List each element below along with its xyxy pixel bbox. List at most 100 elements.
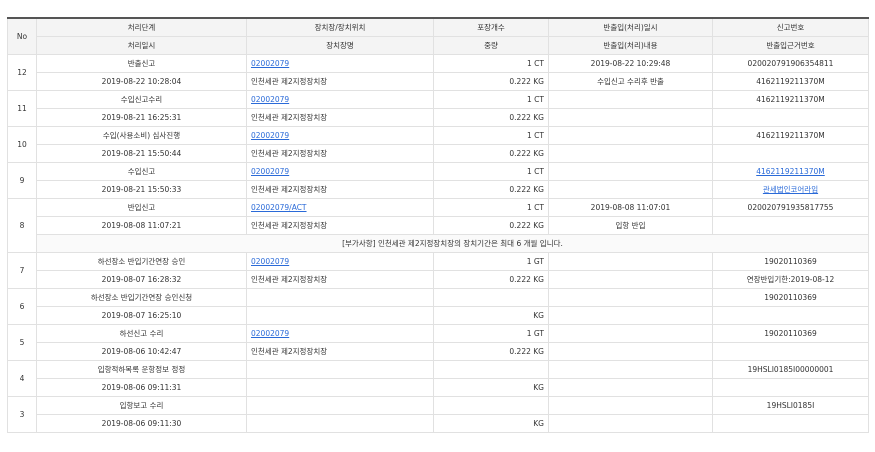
- io-datetime-cell: [548, 126, 713, 145]
- stage-cell: 수입(사용소비) 심사진행: [36, 126, 247, 145]
- process-datetime-cell: 2019-08-07 16:25:10: [36, 306, 247, 325]
- io-description-cell: [548, 306, 713, 325]
- package-count-cell: 1 GT: [433, 324, 549, 343]
- table-row-note: [부가사항] 인천세관 제2지정장치장의 장치기간은 최대 6 개월 입니다.: [8, 234, 869, 253]
- header-weight: 중량: [433, 36, 549, 55]
- stage-cell: 입항보고 수리: [36, 396, 247, 415]
- stage-cell: 하선장소 반입기간연장 승인: [36, 252, 247, 271]
- process-datetime-cell: 2019-08-06 09:11:31: [36, 378, 247, 397]
- io-description-cell: [548, 342, 713, 361]
- location-name-cell: 인천세관 제2지정장치장: [246, 180, 434, 199]
- process-datetime-cell: 2019-08-21 15:50:44: [36, 144, 247, 163]
- process-datetime-cell: 2019-08-06 09:11:30: [36, 414, 247, 433]
- stage-cell: 반입신고: [36, 198, 247, 217]
- table-row: 8 반입신고 02002079/ACT 1 CT 2019-08-08 11:07:01…: [7, 198, 869, 253]
- table-row-detail: 2019-08-08 11:07:21 인천세관 제2지정장치장 0.222 KG 입…: [8, 216, 869, 235]
- header-io-datetime: 반출입(처리)일시: [548, 17, 713, 37]
- table-row-detail: 2019-08-07 16:25:10 KG: [8, 306, 869, 325]
- table-row-detail: 2019-08-22 10:28:04 인천세관 제2지정장치장 0.222 KG 수…: [8, 72, 869, 91]
- row-number: 11: [7, 90, 37, 127]
- header-process-datetime: 처리일시: [36, 36, 247, 55]
- package-count-cell: [433, 396, 549, 415]
- package-count-cell: [433, 360, 549, 379]
- row-number: 5: [7, 324, 37, 361]
- report-number[interactable]: 4162119211370M: [756, 167, 825, 176]
- report-number: 020020791906354811: [747, 59, 834, 68]
- table-row: 12 반출신고 02002079 1 CT 2019-08-22 10:29:48 020…: [7, 54, 869, 91]
- row-number: 4: [7, 360, 37, 397]
- location-code-link[interactable]: 02002079/ACT: [251, 203, 307, 212]
- header-report-no: 신고번호: [712, 17, 869, 37]
- report-number: 19020110369: [764, 257, 817, 266]
- customs-progress-table-container: No 처리단계 장치장/장치위치 포장개수 반출입(처리)일시 신고번호 처리일…: [7, 17, 869, 433]
- header-location-name: 장치장명: [246, 36, 434, 55]
- stage-cell: 반출신고: [36, 54, 247, 73]
- io-description-cell: [548, 180, 713, 199]
- report-number: 19020110369: [764, 329, 817, 338]
- io-datetime-cell: [548, 396, 713, 415]
- header-row-1: No 처리단계 장치장/장치위치 포장개수 반출입(처리)일시 신고번호: [7, 17, 869, 55]
- weight-cell: 0.222 KG: [433, 144, 549, 163]
- additional-note: [부가사항] 인천세관 제2지정장치장의 장치기간은 최대 6 개월 입니다.: [36, 234, 869, 253]
- process-datetime-cell: 2019-08-07 16:28:32: [36, 270, 247, 289]
- table-row: 6 하선장소 반입기간연장 승인신청 19020110369: [7, 288, 869, 325]
- table-body: 12 반출신고 02002079 1 CT 2019-08-22 10:29:48 020…: [7, 54, 869, 433]
- location-code-link[interactable]: 02002079: [251, 59, 289, 68]
- weight-cell: 0.222 KG: [433, 216, 549, 235]
- table-row: 7 하선장소 반입기간연장 승인 02002079 1 GT 19020110369: [7, 252, 869, 289]
- stage-cell: 수입신고: [36, 162, 247, 181]
- weight-cell: 0.222 KG: [433, 108, 549, 127]
- table-row-detail: 2019-08-21 15:50:33 인천세관 제2지정장치장 0.222 KG 관…: [8, 180, 869, 199]
- report-number: 4162119211370M: [756, 131, 825, 140]
- io-datetime-cell: 2019-08-08 11:07:01: [548, 198, 713, 217]
- report-number: 4162119211370M: [756, 95, 825, 104]
- location-code-link[interactable]: 02002079: [251, 167, 289, 176]
- io-datetime-cell: 2019-08-22 10:29:48: [548, 54, 713, 73]
- table-row-detail: 2019-08-07 16:28:32 인천세관 제2지정장치장 0.222 KG 연…: [8, 270, 869, 289]
- io-datetime-cell: [548, 90, 713, 109]
- process-datetime-cell: 2019-08-08 11:07:21: [36, 216, 247, 235]
- stage-cell: 수입신고수리: [36, 90, 247, 109]
- location-name-cell: 인천세관 제2지정장치장: [246, 72, 434, 91]
- io-description-cell: 수입신고 수리후 반출: [548, 72, 713, 91]
- location-code-link[interactable]: 02002079: [251, 95, 289, 104]
- io-description-cell: [548, 414, 713, 433]
- weight-cell: 0.222 KG: [433, 72, 549, 91]
- customs-progress-table: No 처리단계 장치장/장치위치 포장개수 반출입(처리)일시 신고번호 처리일…: [7, 17, 869, 433]
- header-stage: 처리단계: [36, 17, 247, 37]
- location-code-link[interactable]: 02002079: [251, 131, 289, 140]
- location-code-link[interactable]: 02002079: [251, 257, 289, 266]
- row-number: 3: [7, 396, 37, 433]
- package-count-cell: [433, 288, 549, 307]
- table-row: 4 입항적하목록 운항정보 정정 19HSLI0185I00000001: [7, 360, 869, 397]
- header-basis-no: 반출입근거번호: [712, 36, 869, 55]
- location-code-link[interactable]: 02002079: [251, 329, 289, 338]
- table-row-detail: 2019-08-06 10:42:47 인천세관 제2지정장치장 0.222 KG: [8, 342, 869, 361]
- header-package-count: 포장개수: [433, 17, 549, 37]
- io-description-cell: [548, 108, 713, 127]
- row-number: 6: [7, 288, 37, 325]
- weight-cell: KG: [433, 414, 549, 433]
- table-row-detail: 2019-08-06 09:11:31 KG: [8, 378, 869, 397]
- table-row: 11 수입신고수리 02002079 1 CT 4162119211370M: [7, 90, 869, 127]
- row-number: 12: [7, 54, 37, 91]
- table-row-detail: 2019-08-21 15:50:44 인천세관 제2지정장치장 0.222 KG: [8, 144, 869, 163]
- io-datetime-cell: [548, 252, 713, 271]
- stage-cell: 하선신고 수리: [36, 324, 247, 343]
- io-datetime-cell: [548, 162, 713, 181]
- location-name-cell: 인천세관 제2지정장치장: [246, 144, 434, 163]
- report-number: 020020791935817755: [747, 203, 834, 212]
- process-datetime-cell: 2019-08-21 15:50:33: [36, 180, 247, 199]
- table-row-detail: 2019-08-21 16:25:31 인천세관 제2지정장치장 0.222 KG: [8, 108, 869, 127]
- report-number: 19020110369: [764, 293, 817, 302]
- package-count-cell: 1 CT: [433, 126, 549, 145]
- basis-number[interactable]: 관세법인코어라임: [763, 185, 818, 194]
- weight-cell: 0.222 KG: [433, 270, 549, 289]
- package-count-cell: 1 CT: [433, 54, 549, 73]
- location-name-cell: 인천세관 제2지정장치장: [246, 108, 434, 127]
- location-name-cell: [246, 378, 434, 397]
- process-datetime-cell: 2019-08-06 10:42:47: [36, 342, 247, 361]
- location-name-cell: [246, 414, 434, 433]
- row-number: 9: [7, 162, 37, 199]
- basis-number: 연장반입기한:2019-08-12: [746, 275, 835, 284]
